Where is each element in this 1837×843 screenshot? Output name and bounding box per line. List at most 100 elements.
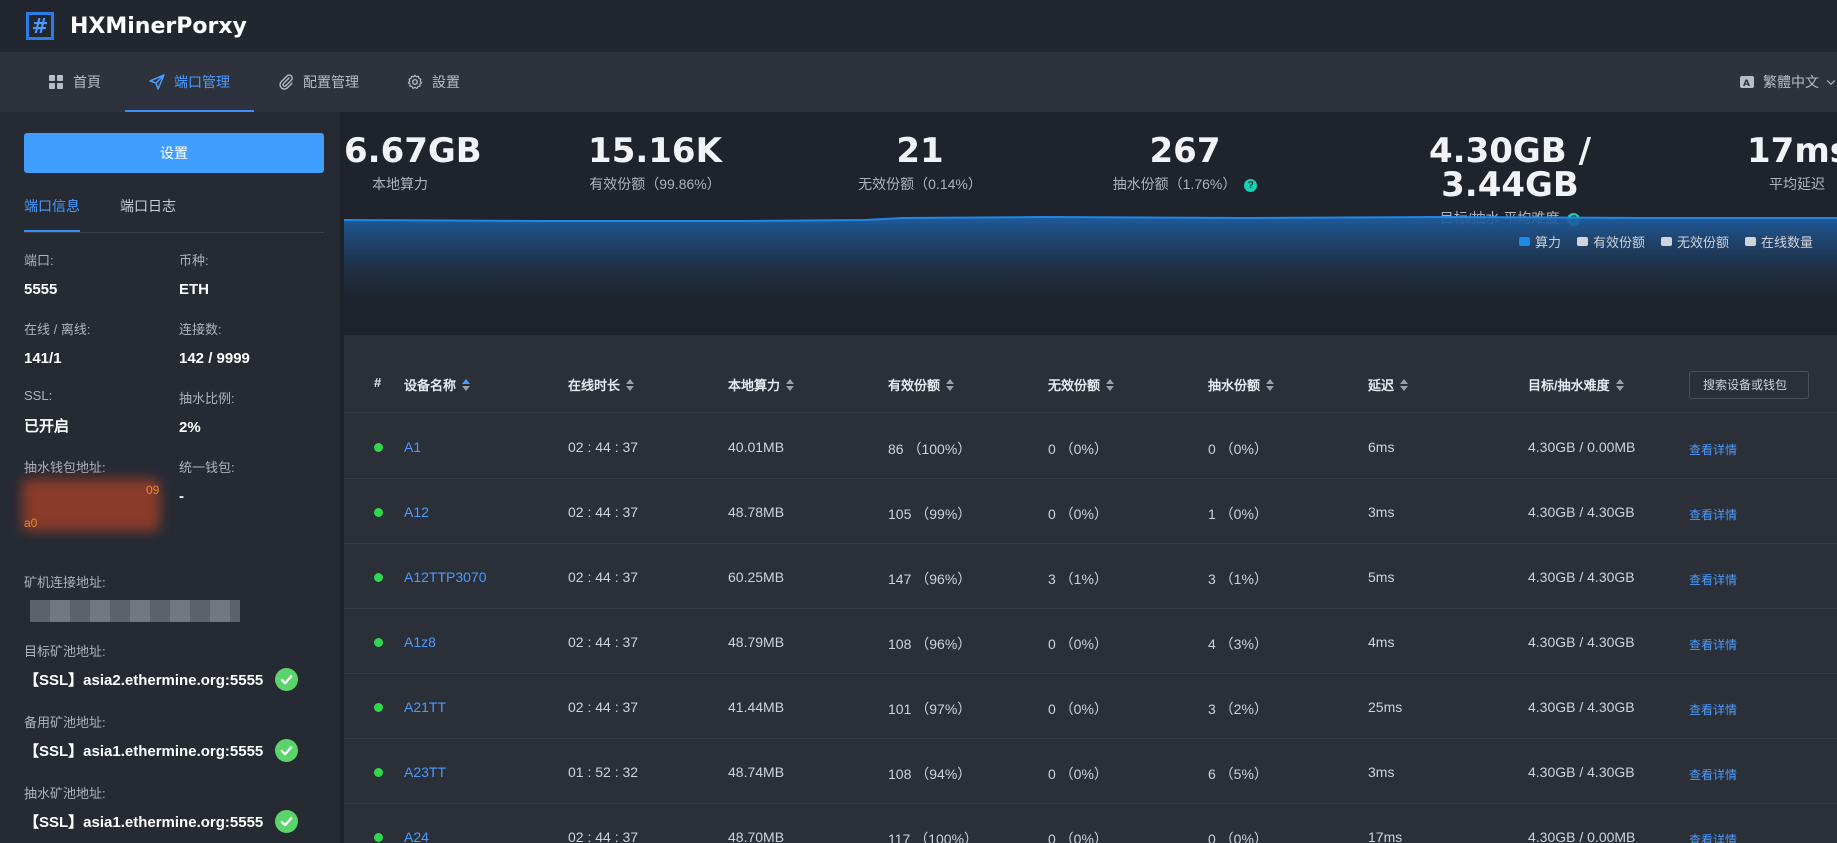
fee-pool-label: 抽水矿池地址:	[24, 786, 106, 801]
unified-wallet-value: -	[179, 488, 184, 505]
tab-port-info[interactable]: 端口信息	[24, 194, 80, 232]
col-latency[interactable]: 延迟	[1368, 375, 1409, 394]
invalid-shares-cell: 0 （0%）	[1048, 441, 1108, 457]
fee-ratio-field: 抽水比例: 2%	[179, 388, 235, 436]
sort-icon	[462, 378, 471, 391]
col-fee-shares[interactable]: 抽水份额	[1208, 375, 1275, 394]
view-details-link[interactable]: 查看详情	[1689, 766, 1737, 783]
main-nav: 首頁 端口管理 配置管理 設置 A 繁體中文	[0, 52, 1837, 112]
table-row: A21TT 02 : 44 : 37 41.44MB 101 （97%） 0 （0%） 3…	[344, 674, 1837, 739]
backup-pool-label: 备用矿池地址:	[24, 715, 106, 730]
fee-pool-value: 【SSL】asia1.ethermine.org:5555	[24, 814, 264, 831]
fee-wallet-field: 抽水钱包地址:	[24, 457, 106, 476]
table-row: A23TT 01 : 52 : 32 48.74MB 108 （94%） 0 （0%） 6…	[344, 739, 1837, 804]
device-name-link[interactable]: A12TTP3070	[404, 569, 487, 585]
view-details-link[interactable]: 查看详情	[1689, 636, 1737, 653]
settings-button[interactable]: 设置	[24, 133, 324, 173]
valid-shares-cell: 117 （100%）	[888, 831, 979, 843]
chevron-down-icon	[1826, 80, 1836, 86]
view-details-link[interactable]: 查看详情	[1689, 571, 1737, 588]
sort-icon	[1266, 378, 1275, 391]
hashrate-cell: 48.70MB	[728, 829, 785, 843]
col-label: 设备名称	[404, 378, 457, 393]
connections-field: 连接数: 142 / 9999	[179, 319, 250, 367]
connections-value: 142 / 9999	[179, 350, 250, 367]
difficulty-cell: 4.30GB / 4.30GB	[1528, 764, 1635, 780]
port-value: 5555	[24, 281, 58, 298]
app-title: HXMinerPorxy	[70, 13, 247, 39]
sidebar-tabs: 端口信息 端口日志	[24, 194, 324, 233]
stat-avg-latency: 17ms 平均延迟	[1747, 134, 1837, 194]
top-bar: # HXMinerPorxy	[0, 0, 1837, 52]
language-select[interactable]: A 繁體中文	[1739, 52, 1837, 112]
col-difficulty[interactable]: 目标/抽水难度	[1528, 375, 1624, 394]
col-uptime[interactable]: 在线时长	[568, 375, 635, 394]
nav-tab-home[interactable]: 首頁	[24, 52, 125, 112]
hashrate-cell: 41.44MB	[728, 699, 785, 715]
nav-tab-settings[interactable]: 設置	[383, 52, 484, 112]
help-icon[interactable]: ?	[1244, 179, 1258, 192]
col-device-name[interactable]: 设备名称	[404, 375, 471, 394]
view-details-link[interactable]: 查看详情	[1689, 701, 1737, 718]
hashrate-cell: 48.78MB	[728, 504, 785, 520]
hash-logo-icon: #	[26, 12, 54, 40]
port-field: 端口: 5555	[24, 250, 57, 298]
col-label: 有效份额	[888, 378, 941, 393]
grid-icon	[49, 75, 63, 89]
col-label: 抽水份额	[1208, 378, 1261, 393]
difficulty-cell: 4.30GB / 4.30GB	[1528, 699, 1635, 715]
legend-item-valid[interactable]: 有效份额	[1576, 232, 1645, 251]
unified-wallet-field: 统一钱包: -	[179, 457, 235, 505]
latency-cell: 3ms	[1368, 504, 1395, 520]
view-details-link[interactable]: 查看详情	[1689, 506, 1737, 523]
online-status-icon	[374, 833, 383, 842]
nav-tab-config[interactable]: 配置管理	[254, 52, 383, 112]
translate-icon: A	[1740, 76, 1754, 89]
col-invalid-shares[interactable]: 无效份额	[1048, 375, 1115, 394]
target-pool-address: 【SSL】asia2.ethermine.org:5555	[24, 668, 299, 691]
hashrate-cell: 60.25MB	[728, 569, 785, 585]
online-status-icon	[374, 508, 383, 517]
search-input[interactable]	[1689, 371, 1809, 399]
device-name-link[interactable]: A24	[404, 829, 429, 843]
valid-shares-cell: 108 （94%）	[888, 766, 972, 782]
legend-item-online[interactable]: 在线数量	[1744, 232, 1813, 251]
online-status-icon	[374, 443, 383, 452]
online-status-icon	[374, 638, 383, 647]
fee-pool-field: 抽水矿池地址:	[24, 783, 106, 802]
latency-cell: 25ms	[1368, 699, 1403, 715]
online-value: 141/1	[24, 350, 62, 367]
legend-item-invalid[interactable]: 无效份额	[1660, 232, 1729, 251]
online-status-icon	[374, 768, 383, 777]
valid-shares-cell: 86 （100%）	[888, 441, 972, 457]
tab-port-log[interactable]: 端口日志	[120, 194, 176, 232]
stat-invalid-shares: 21 无效份额（0.14%）	[820, 134, 1020, 194]
invalid-shares-cell: 0 （0%）	[1048, 636, 1108, 652]
device-name-link[interactable]: A1	[404, 439, 421, 455]
view-details-link[interactable]: 查看详情	[1689, 441, 1737, 458]
online-status-icon	[374, 573, 383, 582]
col-local-hashrate[interactable]: 本地算力	[728, 375, 795, 394]
sort-icon	[946, 378, 955, 391]
device-name-link[interactable]: A12	[404, 504, 429, 520]
language-label: 繁體中文	[1763, 74, 1819, 90]
uptime-cell: 02 : 44 : 37	[568, 699, 639, 715]
fee-ratio-label: 抽水比例:	[179, 391, 235, 406]
view-details-link[interactable]: 查看详情	[1689, 831, 1737, 843]
latency-cell: 5ms	[1368, 569, 1395, 585]
col-valid-shares[interactable]: 有效份额	[888, 375, 955, 394]
device-name-link[interactable]: A23TT	[404, 764, 446, 780]
device-name-link[interactable]: A21TT	[404, 699, 446, 715]
check-circle-icon	[275, 810, 299, 833]
valid-shares-cell: 101 （97%）	[888, 701, 972, 717]
legend-item-hashrate[interactable]: 算力	[1518, 232, 1561, 251]
stat-fee-shares: 267 抽水份额（1.76%）?	[1085, 134, 1285, 194]
nav-tab-ports[interactable]: 端口管理	[125, 52, 254, 112]
table-row: A1 02 : 44 : 37 40.01MB 86 （100%） 0 （0%） 0 （0…	[344, 414, 1837, 479]
send-icon	[149, 74, 165, 90]
device-name-link[interactable]: A1z8	[404, 634, 436, 650]
chart-legend: 算力 有效份额 无效份额 在线数量	[1503, 232, 1813, 251]
stat-value: 6.67GB	[344, 131, 482, 171]
valid-shares-cell: 147 （96%）	[888, 571, 972, 587]
nav-tab-label: 配置管理	[303, 74, 359, 90]
